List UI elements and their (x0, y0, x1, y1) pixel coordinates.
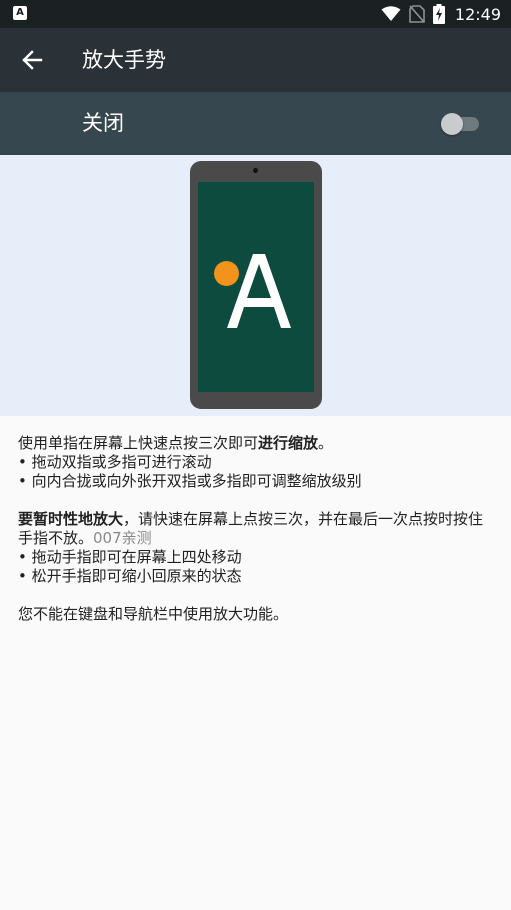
para1-bullet-1: • 拖动双指或多指可进行滚动 (18, 453, 212, 471)
back-button[interactable] (8, 36, 56, 84)
switch-label: 关闭 (82, 111, 124, 135)
toggle-thumb (441, 113, 463, 135)
master-switch-row[interactable]: 关闭 (0, 92, 511, 155)
app-notification-icon: A (13, 6, 27, 20)
status-time: 12:49 (454, 4, 501, 24)
para1-intro: 使用单指在屏幕上快速点按三次即可 (18, 434, 259, 452)
tap-indicator-dot (214, 261, 239, 286)
watermark-text: 007亲测 (93, 529, 152, 547)
wifi-icon (381, 6, 401, 21)
description-para-2: 要暂时性地放大，请快速在屏幕上点按三次，并在最后一次点按时按住手指不放。007亲… (18, 510, 498, 548)
page-title: 放大手势 (82, 48, 166, 72)
para2-bullet-1: • 拖动手指即可在屏幕上四处移动 (18, 548, 242, 566)
magnification-toggle[interactable] (441, 112, 481, 136)
phone-screen (198, 182, 314, 392)
para1-intro-bold: 进行缩放 (258, 434, 319, 452)
no-sim-icon (409, 5, 425, 23)
status-bar: A 12:49 (0, 0, 511, 28)
para1-intro-end: 。 (318, 434, 334, 452)
description-para-3: 您不能在键盘和导航栏中使用放大功能。 (18, 605, 289, 623)
para2-bold: 要暂时性地放大 (18, 510, 124, 528)
magnified-letter-a (227, 254, 291, 328)
description-para-1: 使用单指在屏幕上快速点按三次即可进行缩放。 (18, 434, 498, 453)
battery-charging-icon (432, 4, 445, 24)
gesture-illustration (0, 155, 511, 416)
phone-camera (253, 168, 258, 173)
status-icons: 12:49 (381, 0, 501, 28)
phone-illustration (190, 161, 322, 409)
para1-bullet-2: • 向内合拢或向外张开双指或多指即可调整缩放级别 (18, 472, 362, 490)
app-bar: 放大手势 (0, 28, 511, 92)
para2-bullet-2: • 松开手指即可缩小回原来的状态 (18, 567, 242, 585)
arrow-left-icon (22, 50, 43, 70)
description-text: 使用单指在屏幕上快速点按三次即可进行缩放。 • 拖动双指或多指可进行滚动 • 向… (18, 434, 498, 624)
notification-icon-letter: A (16, 7, 24, 18)
